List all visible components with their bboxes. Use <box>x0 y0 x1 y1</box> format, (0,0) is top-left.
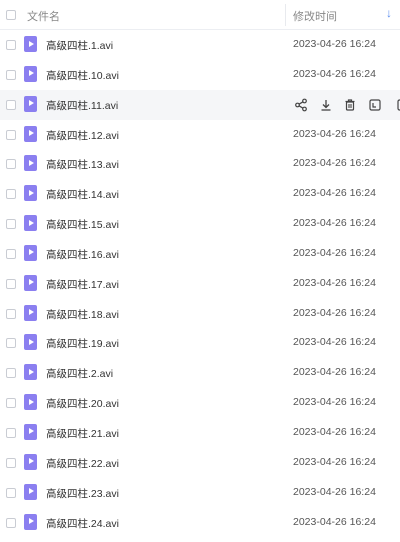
row-checkbox[interactable] <box>6 189 16 200</box>
modified-time: 2023-04-26 16:24 <box>293 276 376 289</box>
video-file-icon <box>24 215 37 232</box>
row-checkbox[interactable] <box>6 398 16 409</box>
video-file-icon <box>24 364 37 381</box>
modified-time: 2023-04-26 16:24 <box>293 246 376 259</box>
select-all-checkbox[interactable] <box>6 10 16 20</box>
file-row[interactable]: 高级四柱.20.avi 2023-04-26 16:24 <box>0 388 400 418</box>
row-actions <box>290 96 400 114</box>
modified-time: 2023-04-26 16:24 <box>293 127 376 140</box>
row-checkbox[interactable] <box>6 219 16 230</box>
file-row[interactable]: 高级四柱.21.avi 2023-04-26 16:24 <box>0 418 400 448</box>
row-checkbox[interactable] <box>6 368 16 379</box>
row-checkbox[interactable] <box>6 517 16 528</box>
video-file-icon <box>24 394 37 411</box>
row-checkbox[interactable] <box>6 338 16 349</box>
modified-time: 2023-04-26 16:24 <box>293 187 376 200</box>
modified-time: 2023-04-26 16:24 <box>293 366 376 379</box>
delete-icon[interactable] <box>342 96 358 114</box>
video-file-icon <box>24 244 37 261</box>
video-file-icon <box>24 125 37 142</box>
video-file-icon <box>24 513 37 530</box>
file-name[interactable]: 高级四柱.12.avi <box>46 128 119 143</box>
file-name[interactable]: 高级四柱.15.avi <box>46 217 119 232</box>
file-name[interactable]: 高级四柱.20.avi <box>46 396 119 411</box>
modified-time: 2023-04-26 16:24 <box>293 67 376 80</box>
row-checkbox[interactable] <box>6 129 16 140</box>
file-row[interactable]: 高级四柱.11.avi <box>0 89 400 120</box>
file-row[interactable]: 高级四柱.22.avi 2023-04-26 16:24 <box>0 448 400 478</box>
video-file-icon <box>24 65 37 82</box>
file-row[interactable]: 高级四柱.15.avi 2023-04-26 16:24 <box>0 209 400 239</box>
sort-down-arrow-icon[interactable]: ↓ <box>386 7 392 19</box>
file-row[interactable]: 高级四柱.14.avi 2023-04-26 16:24 <box>0 179 400 209</box>
file-name[interactable]: 高级四柱.13.avi <box>46 157 119 172</box>
more-icon[interactable] <box>394 96 400 114</box>
video-file-icon <box>24 334 37 351</box>
file-row[interactable]: 高级四柱.13.avi 2023-04-26 16:24 <box>0 149 400 179</box>
modified-time: 2023-04-26 16:24 <box>293 306 376 319</box>
video-file-icon <box>24 36 37 52</box>
file-row[interactable]: 高级四柱.17.avi 2023-04-26 16:24 <box>0 269 400 299</box>
column-header-modified[interactable]: 修改时间 <box>293 8 337 24</box>
video-file-icon <box>24 304 37 321</box>
modified-time: 2023-04-26 16:24 <box>293 515 376 528</box>
file-row[interactable]: 高级四柱.16.avi 2023-04-26 16:24 <box>0 239 400 269</box>
file-name[interactable]: 高级四柱.24.avi <box>46 516 119 531</box>
file-name[interactable]: 高级四柱.17.avi <box>46 277 119 292</box>
video-file-icon <box>24 95 37 112</box>
file-name[interactable]: 高级四柱.10.avi <box>46 68 119 83</box>
file-row[interactable]: 高级四柱.1.avi 2023-04-26 16:24 <box>0 30 400 60</box>
file-name[interactable]: 高级四柱.19.avi <box>46 336 119 351</box>
file-row[interactable]: 高级四柱.24.avi 2023-04-26 16:24 <box>0 508 400 538</box>
row-checkbox[interactable] <box>6 308 16 319</box>
row-checkbox[interactable] <box>6 487 16 498</box>
modified-time: 2023-04-26 16:24 <box>293 336 376 349</box>
column-header-name[interactable]: 文件名 <box>27 8 60 24</box>
file-name[interactable]: 高级四柱.11.avi <box>46 98 118 113</box>
file-name[interactable]: 高级四柱.22.avi <box>46 456 119 471</box>
file-name[interactable]: 高级四柱.23.avi <box>46 486 119 501</box>
modified-time: 2023-04-26 16:24 <box>293 217 376 230</box>
row-checkbox[interactable] <box>6 69 16 80</box>
file-row[interactable]: 高级四柱.18.avi 2023-04-26 16:24 <box>0 299 400 329</box>
video-file-icon <box>24 483 37 500</box>
row-checkbox[interactable] <box>6 40 16 50</box>
row-checkbox[interactable] <box>6 457 16 468</box>
video-file-icon <box>24 155 37 172</box>
column-divider <box>285 4 286 26</box>
file-name[interactable]: 高级四柱.2.avi <box>46 366 113 381</box>
modified-time: 2023-04-26 16:24 <box>293 157 376 170</box>
modified-time: 2023-04-26 16:24 <box>293 485 376 498</box>
row-checkbox[interactable] <box>6 427 16 438</box>
video-file-icon <box>24 274 37 291</box>
row-checkbox[interactable] <box>6 248 16 259</box>
modified-time: 2023-04-26 16:24 <box>293 38 376 50</box>
file-name[interactable]: 高级四柱.16.avi <box>46 247 119 262</box>
file-row[interactable]: 高级四柱.2.avi 2023-04-26 16:24 <box>0 358 400 388</box>
row-checkbox[interactable] <box>6 99 16 110</box>
file-row[interactable]: 高级四柱.23.avi 2023-04-26 16:24 <box>0 478 400 508</box>
file-name[interactable]: 高级四柱.1.avi <box>46 38 113 53</box>
file-list-header: 文件名 修改时间 ↓ <box>0 0 400 30</box>
rename-icon[interactable] <box>367 96 383 114</box>
row-checkbox[interactable] <box>6 278 16 289</box>
file-list: 高级四柱.1.avi 2023-04-26 16:24 高级四柱.10.avi 202… <box>0 30 400 537</box>
modified-time: 2023-04-26 16:24 <box>293 455 376 468</box>
file-row[interactable]: 高级四柱.12.avi 2023-04-26 16:24 <box>0 120 400 150</box>
video-file-icon <box>24 185 37 202</box>
file-name[interactable]: 高级四柱.21.avi <box>46 426 119 441</box>
modified-time: 2023-04-26 16:24 <box>293 396 376 409</box>
download-icon[interactable] <box>318 96 334 114</box>
file-name[interactable]: 高级四柱.18.avi <box>46 307 119 322</box>
share-icon[interactable] <box>293 96 309 114</box>
file-row[interactable]: 高级四柱.19.avi 2023-04-26 16:24 <box>0 328 400 358</box>
file-name[interactable]: 高级四柱.14.avi <box>46 187 119 202</box>
row-checkbox[interactable] <box>6 159 16 170</box>
file-row[interactable]: 高级四柱.10.avi 2023-04-26 16:24 <box>0 60 400 90</box>
modified-time: 2023-04-26 16:24 <box>293 425 376 438</box>
video-file-icon <box>24 423 37 440</box>
video-file-icon <box>24 453 37 470</box>
